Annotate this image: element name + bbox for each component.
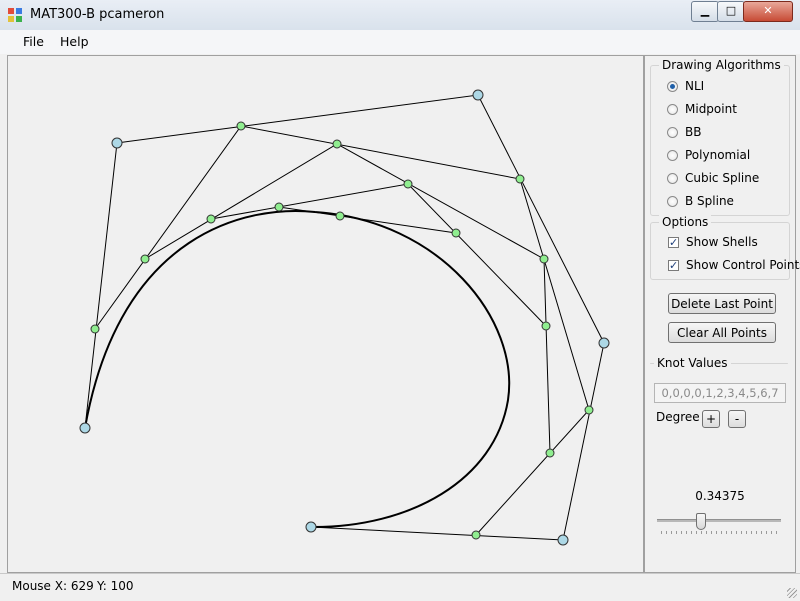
check-icon[interactable]: ✓ [668,237,679,248]
maximize-icon: □ [725,4,737,17]
radio-label: Midpoint [685,102,737,116]
shell-level-3 [210,183,547,327]
shell-point [403,179,413,189]
control-point [557,534,569,546]
knot-values-group: Knot Values [650,356,788,370]
shell-level-2 [144,143,551,454]
shell-point [515,174,525,184]
shell-level-1 [94,125,590,536]
maximize-button[interactable]: □ [717,1,745,22]
radio-label: NLI [685,79,705,93]
status-bar: Mouse X: 629 Y: 100 [0,573,800,601]
close-icon: ✕ [763,4,773,17]
close-button[interactable]: ✕ [743,1,793,22]
control-point [305,521,317,533]
checkbox-label: Show Control Points [686,258,800,272]
radio-button[interactable] [667,150,678,161]
mouse-x-readout: Mouse X: 629 [12,579,94,593]
radio-button[interactable] [667,173,678,184]
control-panel: Drawing Algorithms NLI Midpoint BB Polyn… [644,55,800,573]
knot-values-field[interactable] [654,383,786,403]
slider-thumb[interactable] [696,513,706,530]
delete-last-point-button[interactable]: Delete Last Point [668,293,776,314]
control-polygon [84,94,605,541]
curve-point [335,211,345,221]
shell-point [471,530,481,540]
control-point [598,337,610,349]
shell-point [545,448,555,458]
shell-point [90,324,100,334]
slider-track [657,519,781,522]
menu-help[interactable]: Help [60,34,89,49]
t-value-label: 0.34375 [695,489,745,503]
t-slider[interactable] [657,513,781,538]
minimize-button[interactable]: ▁ [691,1,719,22]
curve-drawing[interactable] [8,56,643,572]
degree-decrease-button[interactable]: - [728,410,746,428]
control-point [111,137,123,149]
shell-point [206,214,216,224]
radio-button[interactable] [667,127,678,138]
title-bar[interactable]: MAT300-B pcameron ▁ □ ✕ [0,0,800,31]
radio-button[interactable] [667,81,678,92]
drawing-algorithms-title: Drawing Algorithms [659,58,784,72]
shell-point [541,321,551,331]
clear-all-points-button[interactable]: Clear All Points [668,322,776,343]
app-icon [8,8,22,22]
shell-point [140,254,150,264]
minimize-icon: ▁ [700,4,710,17]
control-point [79,422,91,434]
degree-label: Degree [656,410,700,424]
mouse-y-readout: Y: 100 [97,579,134,593]
knot-values-title: Knot Values [654,356,731,370]
shell-point [451,228,461,238]
radio-label: Polynomial [685,148,751,162]
shell-point [539,254,549,264]
window-title: MAT300-B pcameron [30,7,165,22]
degree-increase-button[interactable]: + [702,410,720,428]
menu-bar: File Help [0,30,800,54]
radio-label: Cubic Spline [685,171,760,185]
menu-file[interactable]: File [23,34,44,49]
options-title: Options [659,215,712,229]
shell-point [274,202,284,212]
slider-ticks [661,531,779,534]
radio-label: B Spline [685,194,734,208]
radio-button[interactable] [667,104,678,115]
shell-point [332,139,342,149]
resize-grip-icon[interactable] [787,588,797,598]
radio-label: BB [685,125,702,139]
control-point [472,89,484,101]
radio-button[interactable] [667,196,678,207]
drawing-canvas[interactable] [7,55,644,573]
shell-point [236,121,246,131]
checkbox-label: Show Shells [686,235,758,249]
check-icon[interactable]: ✓ [668,260,679,271]
shell-point [584,405,594,415]
